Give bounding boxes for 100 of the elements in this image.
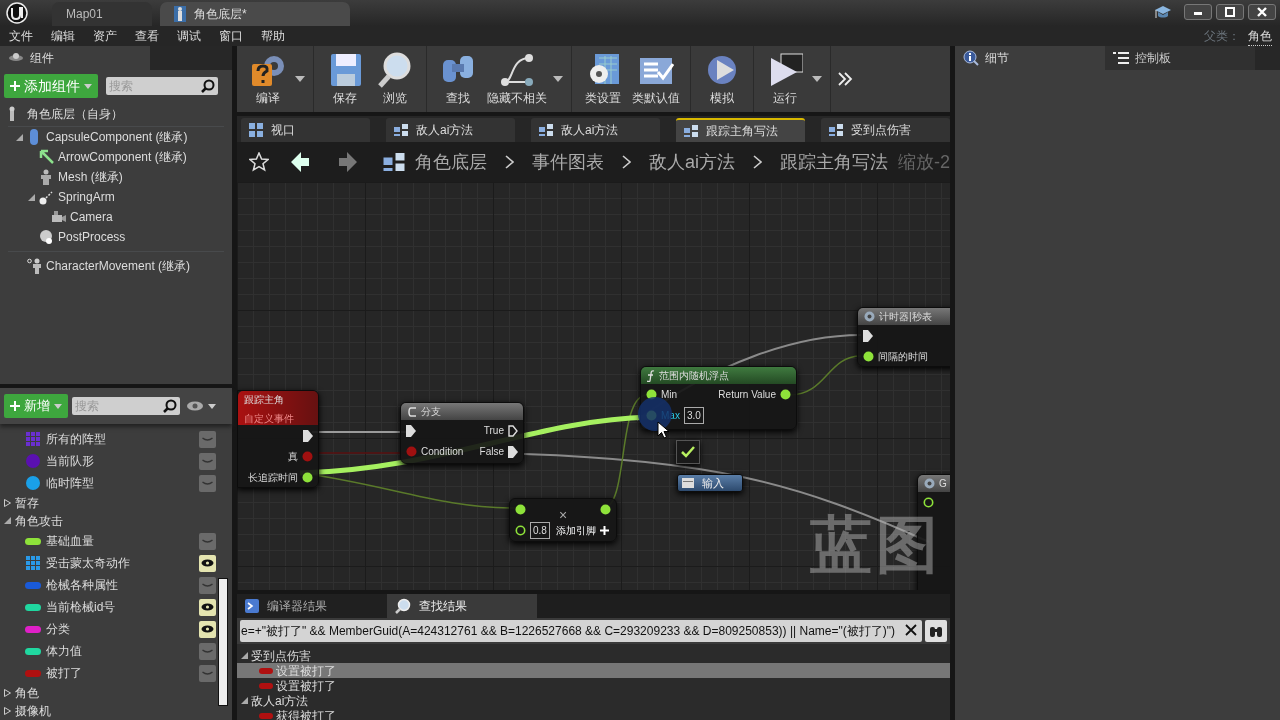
value-field[interactable]: 3.0 [683, 407, 704, 424]
variable-item[interactable]: 临时阵型 [46, 474, 94, 492]
variable-item[interactable]: 受击蒙太奇动作 [46, 554, 130, 572]
visibility-toggle[interactable] [199, 554, 216, 572]
toolbar-button[interactable]: 保存 [320, 49, 370, 109]
visibility-toggle[interactable] [199, 474, 216, 492]
panel-tab[interactable]: 组件 [0, 46, 150, 70]
caret-icon [553, 76, 563, 82]
visibility-toggle[interactable] [199, 598, 216, 616]
overflow-button[interactable] [835, 71, 855, 87]
binoculars-icon [929, 624, 943, 638]
document-tab[interactable]: 视口 [241, 118, 370, 142]
closed-eye-icon [202, 648, 213, 654]
dropdown-button[interactable] [293, 76, 307, 82]
category-header[interactable]: 暂存 [15, 494, 39, 512]
operator-symbol: × [558, 506, 568, 525]
toolbar-button[interactable]: 查找 [433, 49, 483, 109]
category-header[interactable]: 摄像机 [15, 702, 51, 720]
dropdown-button[interactable] [551, 76, 565, 82]
tree-item[interactable]: PostProcess [58, 228, 126, 246]
variable-item[interactable]: 分类 [46, 620, 70, 638]
variable-item[interactable]: 枪械各种属性 [46, 576, 118, 594]
panel-tab[interactable]: 查找结果 [387, 594, 537, 618]
result-group[interactable]: 敌人ai方法 [251, 691, 309, 710]
plus-icon [599, 526, 609, 535]
variable-item[interactable]: 当前队形 [46, 452, 94, 470]
view-options-button[interactable] [184, 401, 218, 411]
toolbar-button[interactable]: 编译 [243, 49, 293, 109]
toolbar-button[interactable]: 隐藏不相关 [483, 49, 551, 109]
variable-item[interactable]: 体力值 [46, 642, 82, 660]
menu-item[interactable]: 编辑 [42, 27, 84, 45]
toolbar-button[interactable]: 浏览 [370, 49, 420, 109]
search-field[interactable]: e=+"被打了" && MemberGuid(A=424312761 && B=1226527668 && C=293209233 && D=809250853)) || Name="(被打了)") [240, 620, 922, 642]
toolbar-button[interactable]: 类默认值 [628, 49, 684, 109]
back-button[interactable] [289, 152, 311, 172]
visibility-toggle[interactable] [199, 576, 216, 594]
variable-item[interactable]: 被打了 [46, 664, 82, 682]
tree-item[interactable]: Mesh (继承) [58, 168, 123, 186]
panel-tab[interactable]: 细节 [955, 46, 1105, 70]
document-tab[interactable]: 敌人ai方法 [386, 118, 515, 142]
toolbar-button[interactable]: 运行 [760, 49, 810, 109]
restore-button[interactable] [1216, 4, 1244, 20]
visibility-toggle[interactable] [199, 642, 216, 660]
input-node-button[interactable]: 输入 [677, 474, 743, 492]
minimize-button[interactable] [1184, 4, 1212, 20]
panel-tab[interactable]: 控制板 [1105, 46, 1255, 70]
category-header[interactable]: 角色 [15, 684, 39, 702]
tree-item[interactable]: CapsuleComponent (继承) [46, 128, 188, 146]
result-item[interactable]: 设置被打了 [237, 678, 950, 693]
menu-item[interactable]: 文件 [0, 27, 42, 45]
caret-icon [54, 403, 62, 409]
visibility-toggle[interactable] [199, 620, 216, 638]
variable-item[interactable]: 当前枪械id号 [46, 598, 116, 616]
breadcrumb-link[interactable]: 跟踪主角写法 [780, 148, 888, 176]
visibility-toggle[interactable] [199, 430, 216, 448]
search-icon [163, 399, 177, 413]
find-button[interactable] [925, 620, 947, 642]
document-tab[interactable]: 受到点伤害 [821, 118, 950, 142]
tree-item[interactable]: SpringArm [58, 188, 115, 206]
result-group[interactable]: 受到点伤害 [251, 646, 311, 665]
document-tab[interactable]: 敌人ai方法 [531, 118, 660, 142]
chevron-icon [753, 155, 762, 169]
toolbar-button[interactable]: 类设置 [578, 49, 628, 109]
variable-item[interactable]: 所有的阵型 [46, 430, 106, 448]
clear-button[interactable] [903, 624, 919, 636]
menu-item[interactable]: 帮助 [252, 27, 294, 45]
visibility-toggle[interactable] [199, 664, 216, 682]
close-button[interactable] [1248, 4, 1276, 20]
menu-item[interactable]: 调试 [168, 27, 210, 45]
menu-item[interactable]: 查看 [126, 27, 168, 45]
menu-item[interactable]: 窗口 [210, 27, 252, 45]
forward-button[interactable] [337, 152, 359, 172]
file-tab[interactable]: 角色底层* [160, 2, 350, 26]
toolbar-button[interactable]: 模拟 [697, 49, 747, 109]
value-field[interactable]: 0.8 [530, 522, 550, 539]
breadcrumb-link[interactable]: 敌人ai方法 [649, 148, 735, 176]
category-header[interactable]: 角色攻击 [15, 512, 63, 530]
tree-item[interactable]: ArrowComponent (继承) [58, 148, 187, 166]
menu-item[interactable]: 资产 [84, 27, 126, 45]
graduation-cap-icon [1154, 4, 1172, 20]
tree-item[interactable]: 角色底层（自身） [27, 105, 123, 123]
document-tab[interactable]: 跟踪主角写法 [676, 118, 805, 142]
tree-item[interactable]: CharacterMovement (继承) [46, 257, 191, 275]
scrollbar[interactable] [218, 578, 228, 706]
breadcrumb-link[interactable]: 事件图表 [532, 148, 604, 176]
chevron-icon [622, 155, 631, 169]
visibility-toggle[interactable] [199, 452, 216, 470]
breadcrumb-link[interactable]: 角色底层 [415, 148, 487, 176]
add-pin-button[interactable]: 添加引脚 [553, 523, 611, 538]
variable-item[interactable]: 基础血量 [46, 532, 94, 550]
tree-item[interactable]: Camera [70, 208, 113, 226]
camera-icon [51, 209, 67, 225]
favorite-button[interactable] [247, 152, 271, 172]
checkbox[interactable] [676, 440, 700, 464]
file-tab[interactable]: Map01 [52, 2, 152, 26]
dropdown-button[interactable] [810, 76, 824, 82]
parent-class-link[interactable]: 角色 [1248, 26, 1272, 46]
info-icon [963, 50, 979, 66]
table-icon [682, 478, 694, 488]
visibility-toggle[interactable] [199, 532, 216, 550]
